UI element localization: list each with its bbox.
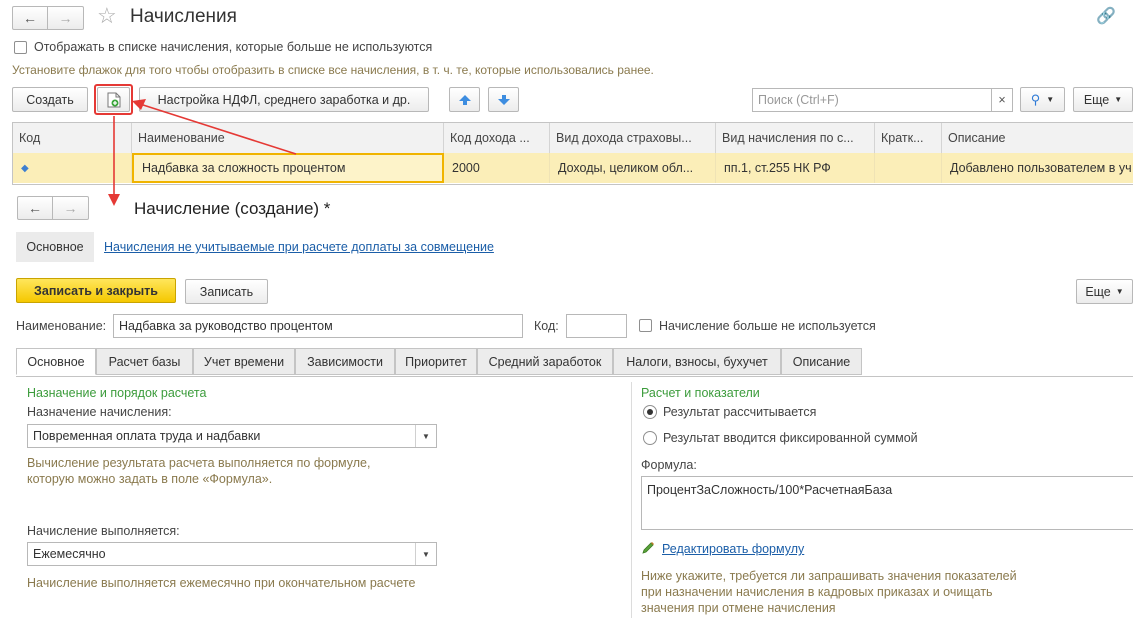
annotation-arrows: [108, 99, 297, 206]
